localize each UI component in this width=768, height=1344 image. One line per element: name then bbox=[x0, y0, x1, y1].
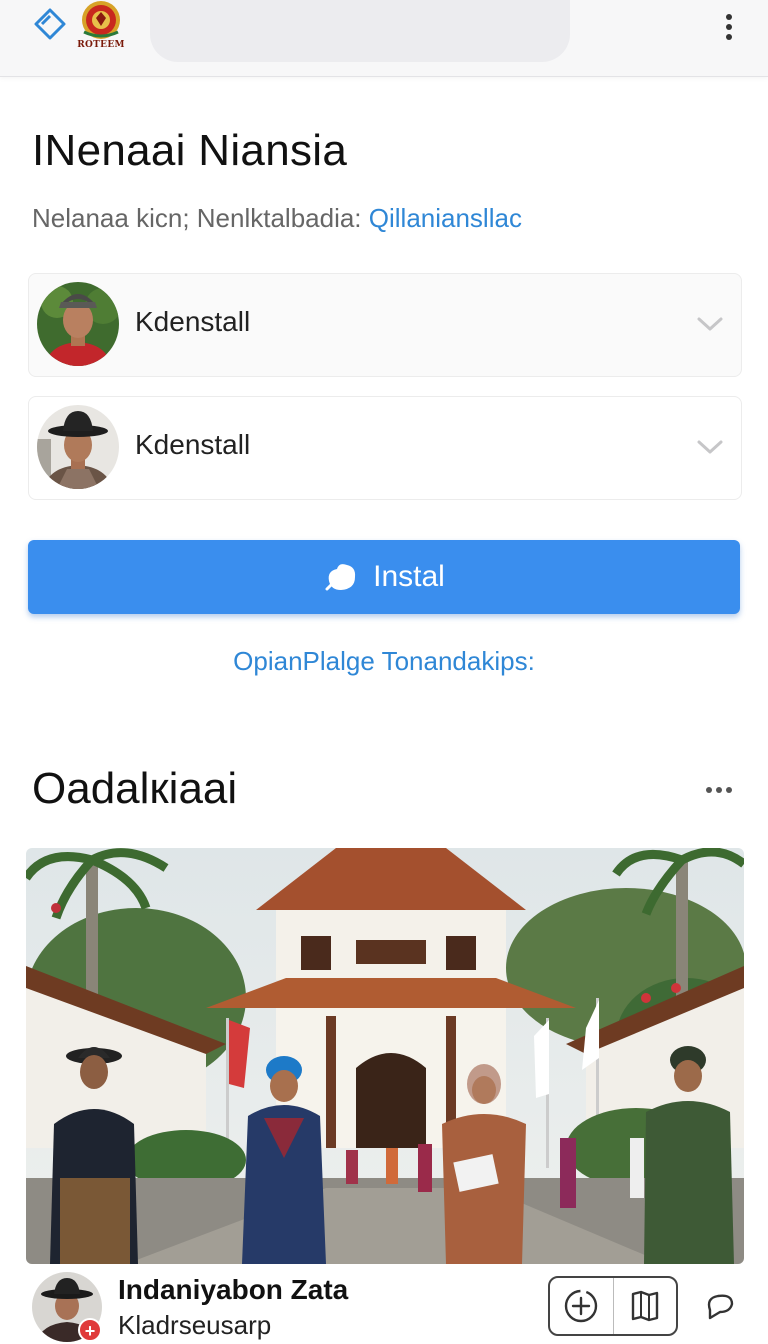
back-diamond-icon[interactable] bbox=[30, 6, 70, 46]
chevron-down-icon bbox=[697, 317, 723, 331]
subtitle: Nelanaa kicn; Nenlktalbadia: Qillaniansl… bbox=[32, 203, 522, 234]
select-label: Kdenstall bbox=[135, 306, 251, 337]
subtitle-link[interactable]: Qillaniansllac bbox=[369, 203, 522, 233]
plus-badge-icon: + bbox=[78, 1318, 102, 1342]
chevron-down-icon bbox=[697, 440, 723, 454]
install-label: Instal bbox=[373, 560, 445, 593]
post-author-name[interactable]: Indaniyabon Zata bbox=[118, 1274, 348, 1306]
avatar bbox=[37, 405, 119, 489]
top-bar: ROTEEM bbox=[0, 0, 768, 77]
map-button[interactable] bbox=[612, 1278, 677, 1334]
logo-text: ROTEEM bbox=[77, 40, 125, 50]
options-link[interactable]: OpianPlalge Tonandakips: bbox=[0, 646, 768, 677]
install-button[interactable]: Instal bbox=[28, 540, 740, 614]
map-icon bbox=[631, 1290, 658, 1322]
select-row-1[interactable]: Kdenstall bbox=[28, 273, 742, 377]
subtitle-text: Nelanaa kicn; Nenlktalbadia: bbox=[32, 203, 369, 233]
section-title: Oadalкiaai bbox=[32, 764, 238, 813]
hero-image[interactable] bbox=[26, 848, 744, 1264]
avatar bbox=[37, 282, 119, 366]
kebab-menu-icon[interactable] bbox=[716, 10, 742, 46]
select-label: Kdenstall bbox=[135, 429, 251, 460]
more-horizontal-icon[interactable] bbox=[704, 780, 740, 804]
blob-icon bbox=[325, 564, 356, 591]
search-bar[interactable] bbox=[150, 0, 570, 62]
post-subtitle: Kladrseusarp bbox=[118, 1310, 272, 1340]
select-row-2[interactable]: Kdenstall bbox=[28, 396, 742, 500]
pin-icon[interactable] bbox=[700, 1286, 740, 1326]
post-action-group bbox=[548, 1276, 678, 1336]
page-title: INenaai Niansia bbox=[32, 126, 348, 175]
add-circle-icon bbox=[565, 1289, 598, 1323]
add-circle-button[interactable] bbox=[550, 1278, 613, 1334]
